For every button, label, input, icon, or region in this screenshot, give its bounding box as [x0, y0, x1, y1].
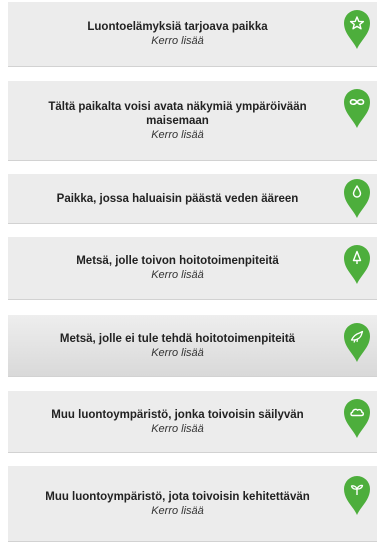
star-icon	[341, 8, 373, 50]
sprout-icon	[341, 474, 373, 516]
option-title: Luontoelämyksiä tarjoava paikka	[87, 21, 268, 33]
option-title: Tältä paikalta voisi avata näkymiä ympär…	[48, 100, 307, 127]
water-drop-icon	[341, 177, 373, 219]
tree-icon	[341, 243, 373, 285]
read-more-link[interactable]: Kerro lisää	[151, 34, 204, 48]
option-card-preserve-nature[interactable]: Muu luontoympäristö, jonka toivoisin säi…	[8, 391, 377, 453]
read-more-link[interactable]: Kerro lisää	[151, 128, 204, 142]
option-card-forest-no-care[interactable]: Metsä, jolle ei tule tehdä hoitotoimenpi…	[8, 315, 377, 377]
option-title: Metsä, jolle ei tule tehdä hoitotoimenpi…	[59, 332, 296, 345]
option-card-scenic-view[interactable]: Tältä paikalta voisi avata näkymiä ympär…	[8, 81, 377, 161]
option-title: Metsä, jolle toivon hoitotoimenpiteitä	[76, 255, 279, 267]
bird-icon	[341, 321, 373, 363]
cloud-icon	[341, 397, 373, 439]
option-title: Muu luontoympäristö, jonka toivoisin säi…	[51, 408, 304, 421]
read-more-link[interactable]: Kerro lisää	[151, 504, 204, 518]
read-more-link[interactable]: Kerro lisää	[151, 346, 204, 360]
option-title: Paikka, jossa haluaisin päästä veden äär…	[56, 192, 299, 205]
option-title: Muu luontoympäristö, jota toivoisin kehi…	[45, 490, 310, 503]
read-more-link[interactable]: Kerro lisää	[151, 422, 204, 436]
option-card-nature-experience[interactable]: Luontoelämyksiä tarjoava paikka Kerro li…	[8, 2, 377, 67]
option-card-waterfront[interactable]: Paikka, jossa haluaisin päästä veden äär…	[8, 174, 377, 224]
option-card-forest-care[interactable]: Metsä, jolle toivon hoitotoimenpiteitä K…	[8, 237, 377, 300]
read-more-link[interactable]: Kerro lisää	[151, 268, 204, 282]
infinity-icon	[341, 87, 373, 129]
option-card-develop-nature[interactable]: Muu luontoympäristö, jota toivoisin kehi…	[8, 466, 377, 542]
